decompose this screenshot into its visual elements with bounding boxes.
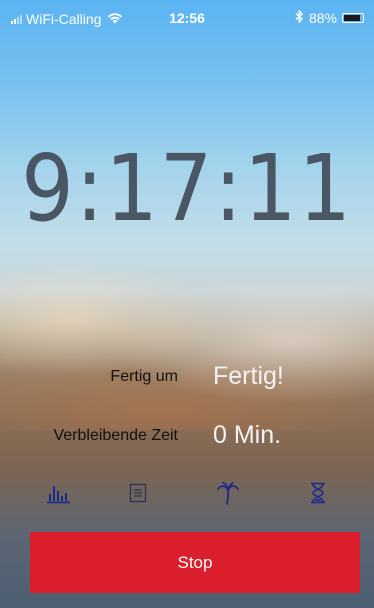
background-blur [0, 260, 374, 430]
remaining-value: 0 Min. [213, 421, 282, 449]
finish-row: Fertig um Fertig! [0, 360, 374, 396]
finish-value: Fertig! [213, 362, 284, 390]
stats-chart-icon[interactable] [44, 478, 74, 508]
finish-label: Fertig um [110, 368, 178, 385]
remaining-label: Verbleibende Zeit [53, 427, 178, 444]
toolbar [0, 478, 374, 508]
stop-button[interactable]: Stop [30, 532, 360, 593]
timer-display: 9:17:11 [21, 135, 353, 242]
notes-icon[interactable] [123, 478, 153, 508]
battery-icon [342, 13, 364, 23]
hourglass-icon[interactable] [303, 478, 333, 508]
remaining-row: Verbleibende Zeit 0 Min. [0, 419, 374, 455]
bluetooth-icon [295, 9, 304, 26]
status-right: 88% [295, 9, 364, 26]
timer-screen: WiFi-Calling 12:56 88% 9:17:11 Fertig um… [0, 0, 374, 608]
palm-tree-icon[interactable] [213, 478, 243, 508]
status-bar: WiFi-Calling 12:56 88% [0, 0, 374, 36]
battery-percent: 88% [308, 10, 337, 26]
